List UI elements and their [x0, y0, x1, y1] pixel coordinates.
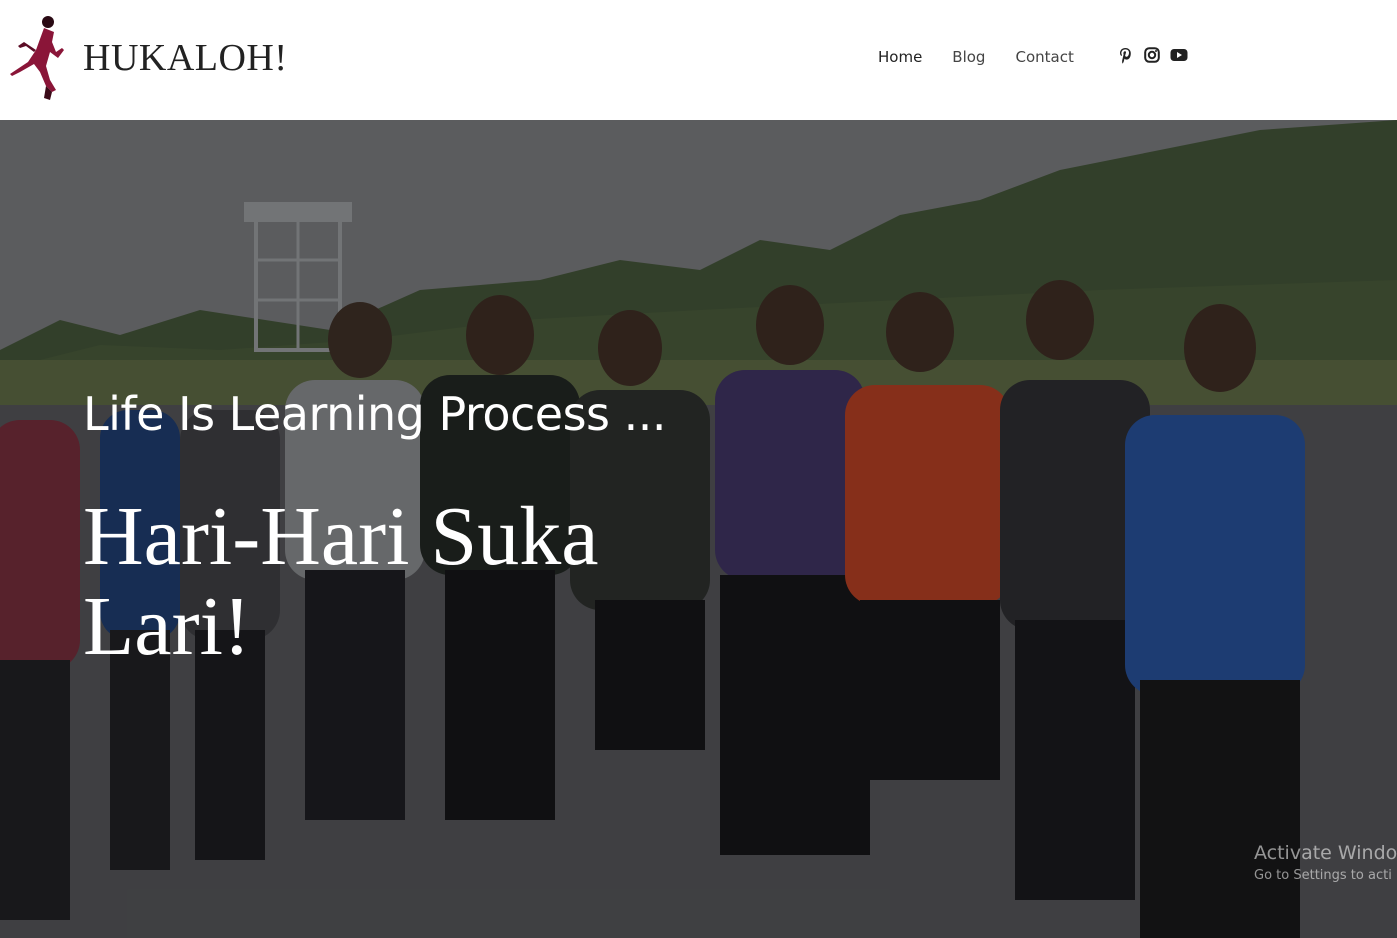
nav-home[interactable]: Home	[878, 48, 922, 66]
social-links	[1116, 46, 1188, 64]
watermark-line-1: Activate Window	[1254, 842, 1397, 864]
runner-logo-icon[interactable]	[6, 12, 70, 104]
watermark-line-2: Go to Settings to acti	[1254, 868, 1392, 883]
site-header: HUKALOH! Home Blog Contact	[0, 0, 1397, 120]
main-nav: Home Blog Contact	[878, 48, 1074, 66]
windows-activation-watermark: Activate Window Go to Settings to acti	[1254, 842, 1397, 883]
nav-blog[interactable]: Blog	[952, 48, 985, 66]
pinterest-icon[interactable]	[1116, 46, 1134, 64]
hero-banner: Life Is Learning Process ... Hari-Hari S…	[0, 120, 1397, 938]
instagram-icon[interactable]	[1143, 46, 1161, 64]
hero-subtitle: Life Is Learning Process ...	[83, 387, 667, 441]
site-title[interactable]: HUKALOH!	[83, 36, 288, 80]
nav-contact[interactable]: Contact	[1015, 48, 1073, 66]
youtube-icon[interactable]	[1170, 46, 1188, 64]
hero-title: Hari-Hari Suka Lari!	[83, 490, 599, 673]
